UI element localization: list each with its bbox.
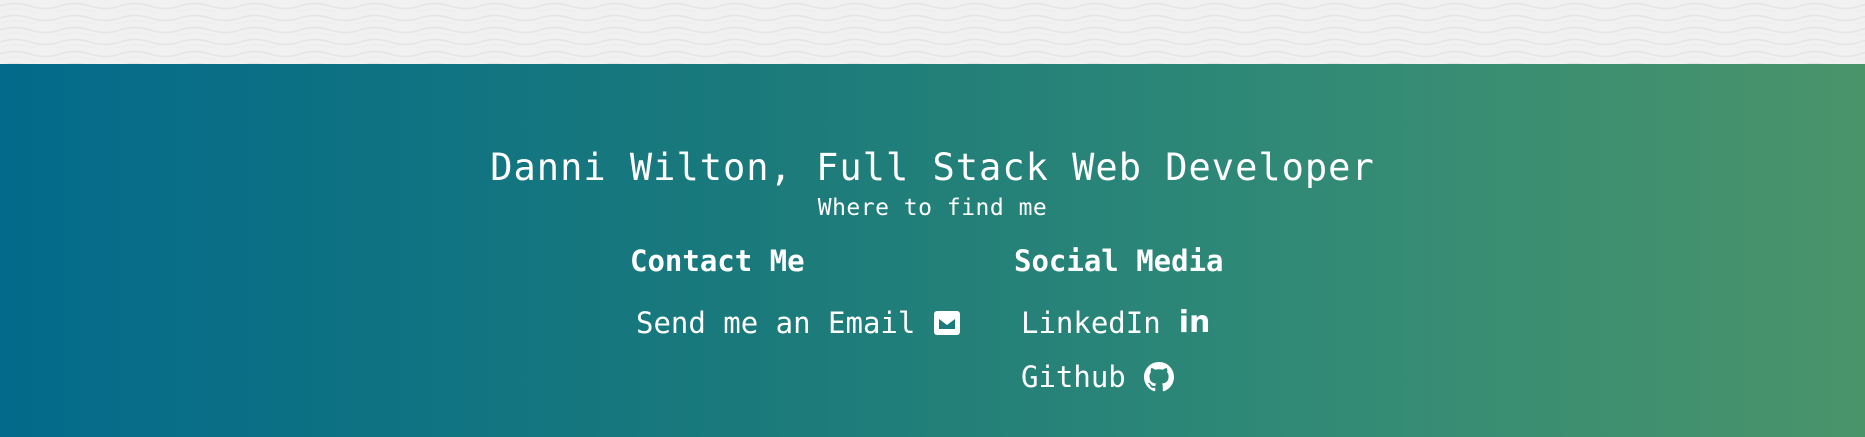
footer-subtitle: Where to find me	[817, 195, 1048, 221]
github-link-label: Github	[1021, 360, 1126, 394]
background-texture	[0, 0, 1865, 64]
social-media-heading: Social Media	[1014, 244, 1224, 278]
github-icon	[1143, 362, 1174, 392]
envelope-icon	[933, 310, 961, 336]
linkedin-icon: in	[1178, 305, 1211, 340]
github-link[interactable]: Github	[1021, 360, 1174, 394]
contact-heading: Contact Me	[630, 244, 805, 278]
site-footer: Danni Wilton, Full Stack Web Developer W…	[0, 64, 1865, 437]
linkedin-link[interactable]: LinkedIn in	[1021, 306, 1210, 340]
email-link-label: Send me an Email	[636, 306, 916, 340]
footer-title: Danni Wilton, Full Stack Web Developer	[490, 146, 1375, 189]
email-link[interactable]: Send me an Email	[636, 306, 961, 340]
linkedin-link-label: LinkedIn	[1021, 306, 1161, 340]
